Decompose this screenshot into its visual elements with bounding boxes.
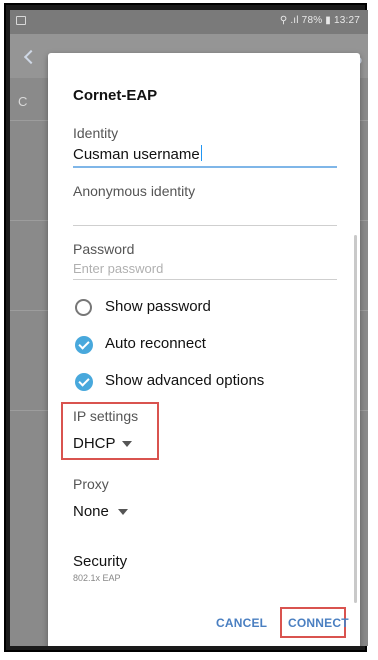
proxy-label: Proxy — [73, 476, 109, 492]
status-bar: ⚲ .ıl 78% ▮ 13:27 — [10, 10, 368, 34]
password-label: Password — [73, 241, 135, 257]
connect-button[interactable]: CONNECT — [288, 616, 349, 630]
screen: ⚲ .ıl 78% ▮ 13:27 ED C Cornet-EAP Identi… — [10, 10, 368, 646]
text-cursor — [200, 145, 202, 161]
anonymous-identity-label: Anonymous identity — [73, 183, 196, 199]
security-value: 802.1x EAP — [73, 573, 121, 583]
ip-settings-dropdown[interactable]: DHCP — [73, 435, 116, 452]
notification-icon — [16, 16, 26, 25]
ip-settings-label: IP settings — [73, 408, 139, 424]
identity-label: Identity — [73, 125, 119, 141]
ip-settings-caret-icon — [122, 441, 132, 447]
identity-underline — [73, 166, 337, 168]
show-password-checkbox[interactable] — [75, 299, 92, 316]
dialog-scrollbar[interactable] — [354, 235, 357, 603]
show-password-label: Show password — [105, 298, 211, 315]
dialog-title: Cornet-EAP — [73, 87, 158, 104]
wifi-connect-dialog: Cornet-EAP Identity Cusman username Anon… — [48, 53, 360, 646]
show-advanced-check-icon[interactable] — [75, 373, 93, 391]
password-underline — [73, 279, 337, 280]
background-list-text: C — [18, 94, 28, 109]
auto-reconnect-label: Auto reconnect — [105, 335, 206, 352]
cancel-button[interactable]: CANCEL — [216, 616, 267, 630]
status-indicators: ⚲ .ıl 78% ▮ 13:27 — [279, 15, 360, 26]
auto-reconnect-check-icon[interactable] — [75, 336, 93, 354]
password-input[interactable]: Enter password — [73, 261, 163, 276]
anonymous-identity-underline — [73, 225, 337, 226]
proxy-caret-icon — [118, 509, 128, 515]
identity-input[interactable]: Cusman username — [73, 145, 202, 163]
identity-value: Cusman username — [73, 146, 200, 163]
show-advanced-label: Show advanced options — [105, 372, 265, 389]
proxy-dropdown[interactable]: None — [73, 503, 109, 520]
security-label: Security — [73, 553, 128, 570]
